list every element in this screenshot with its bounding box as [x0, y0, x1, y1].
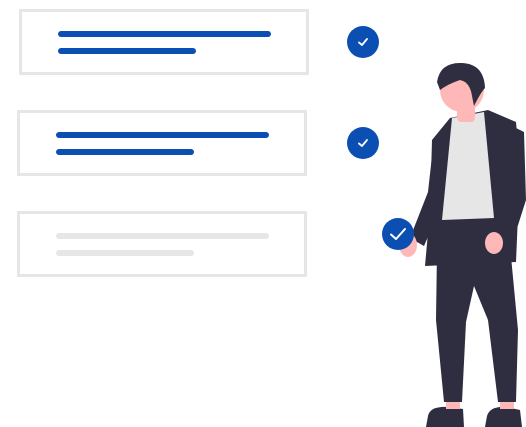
held-check-badge [382, 218, 414, 250]
right-shoe [485, 406, 522, 427]
checklist-illustration [0, 0, 526, 427]
right-hand [485, 232, 503, 254]
left-shoe [426, 406, 464, 427]
standing-person-illustration [382, 62, 526, 427]
trousers [436, 246, 518, 402]
